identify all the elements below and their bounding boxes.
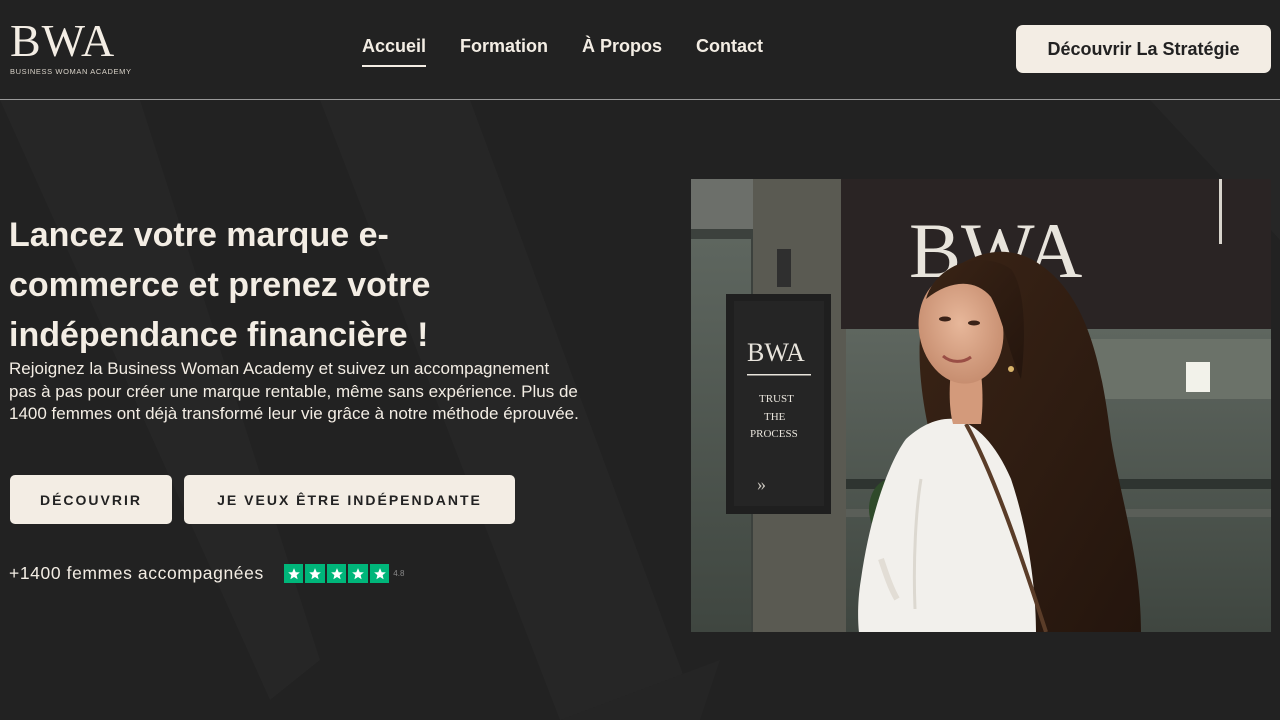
- star-icon: [305, 563, 325, 584]
- logo-mark: BWA: [10, 15, 116, 66]
- hero-description: Rejoignez la Business Woman Academy et s…: [9, 359, 579, 423]
- nav-item-accueil[interactable]: Accueil: [362, 36, 427, 67]
- hero-title: Lancez votre marque e- commerce et prene…: [9, 210, 509, 360]
- logo[interactable]: BWA BUSINESS WOMAN ACADEMY: [10, 18, 140, 80]
- site-header: BWA BUSINESS WOMAN ACADEMY Accueil Forma…: [0, 0, 1280, 100]
- nav-item-formation[interactable]: Formation: [460, 36, 548, 67]
- sign-line-2: THE: [764, 411, 786, 423]
- become-independent-button[interactable]: JE VEUX ÊTRE INDÉPENDANTE: [184, 475, 515, 524]
- social-proof: +1400 femmes accompagnées 4.8: [9, 563, 404, 584]
- sign-line-3: PROCESS: [750, 428, 798, 440]
- sign-arrows: »: [757, 474, 766, 494]
- star-icon: [326, 563, 347, 584]
- sign-small-text: BWA: [747, 338, 805, 367]
- rating-value: 4.8: [393, 569, 405, 578]
- women-count-text: +1400 femmes accompagnées: [9, 563, 264, 583]
- logo-subtitle: BUSINESS WOMAN ACADEMY: [10, 67, 132, 76]
- hero-title-line: commerce et prenez votre: [9, 266, 431, 304]
- nav-item-a-propos[interactable]: À Propos: [582, 36, 662, 67]
- nav-item-contact[interactable]: Contact: [696, 36, 763, 67]
- hero-title-line: indépendance financière !: [9, 316, 429, 354]
- discover-strategy-button[interactable]: Découvrir La Stratégie: [1016, 25, 1271, 73]
- hero-photo: BWA BWA TRUST THE PROCESS »: [691, 179, 1271, 632]
- star-icon: [348, 563, 368, 584]
- star-icon: [283, 563, 304, 584]
- star-icon: [369, 563, 390, 584]
- main-nav: Accueil Formation À Propos Contact: [362, 36, 763, 67]
- hero-title-line: Lancez votre marque e-: [9, 216, 389, 254]
- discover-button[interactable]: DÉCOUVRIR: [10, 475, 172, 524]
- rating-stars: [283, 563, 390, 584]
- sign-line-1: TRUST: [759, 393, 794, 405]
